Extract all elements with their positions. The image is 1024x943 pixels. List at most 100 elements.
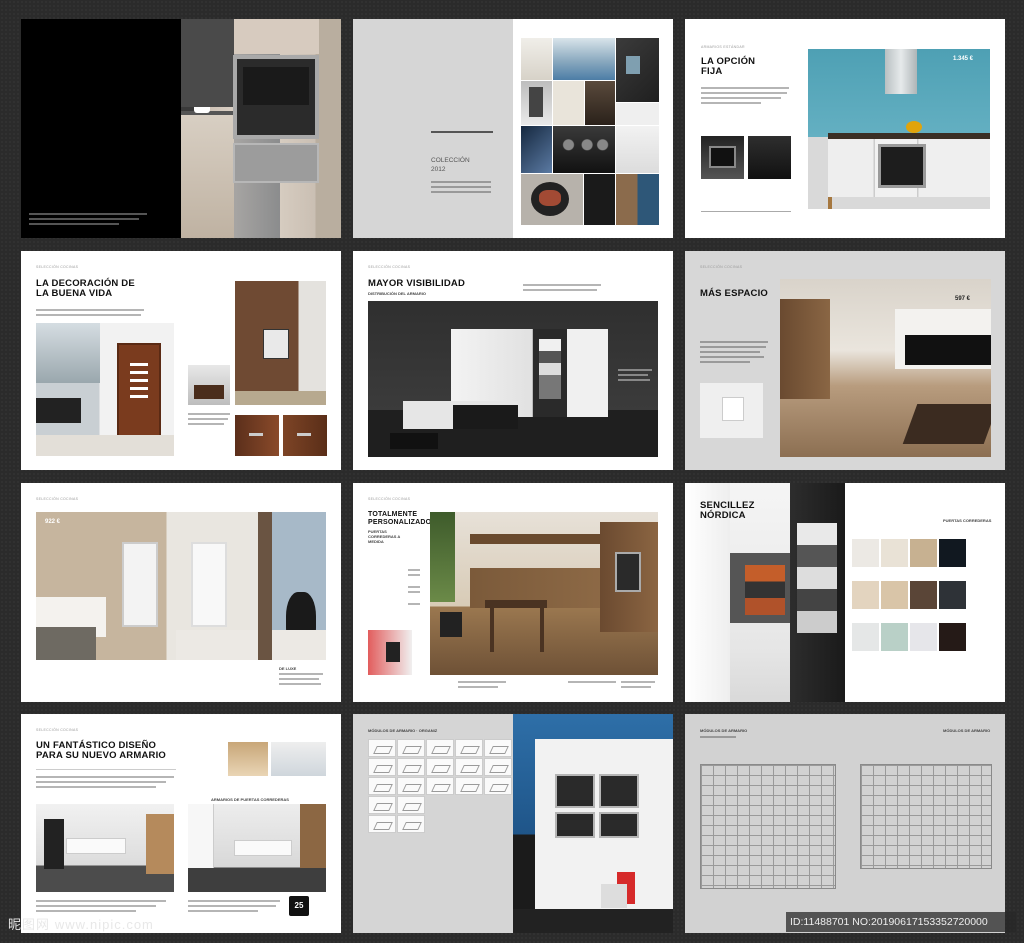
spread-title: LA OPCIÓN FIJA: [701, 56, 756, 77]
running-head: SELECCIÓN COCINAS: [700, 265, 743, 269]
table-header-text: [700, 736, 740, 741]
finish-swatch: [881, 623, 908, 651]
appliance-photo: [701, 136, 744, 179]
spread-9: SENCILLEZ NÓRDICA PUERTAS CORREDERAS: [685, 483, 1005, 702]
spread-title: MÁS ESPACIO: [700, 288, 769, 299]
door-handle-photo: [283, 415, 327, 456]
spread-6: SELECCIÓN COCINAS MÁS ESPACIO 597 €: [685, 251, 1005, 470]
kitchen-detail-photo: [368, 630, 412, 675]
spread-subtitle: DISTRIBUCIÓN DEL ARMARIO: [368, 291, 426, 296]
finish-swatch: [910, 623, 937, 651]
blue-kitchen-photo: [808, 49, 990, 209]
collage-photo: [521, 81, 552, 125]
module-drawing: [426, 777, 454, 795]
running-head: SELECCIÓN COCINAS: [368, 497, 411, 501]
white-kitchen-photo: [36, 804, 174, 892]
spread-10: SELECCIÓN COCINAS UN FANTÁSTICO DISEÑO P…: [21, 714, 341, 933]
walnut-kitchen-photo: [430, 512, 658, 675]
module-drawing: [368, 815, 396, 833]
section-label: MÓDULOS DE ARMARIO: [943, 728, 991, 733]
spread-subtitle: PUERTAS CORREDERAS A MEDIDA: [368, 529, 401, 544]
spread-title: SENCILLEZ NÓRDICA: [700, 500, 755, 521]
wardrobe-bedroom-photo: [368, 301, 658, 457]
spread-3: ARMARIOS ESTÁNDAR LA OPCIÓN FIJA 1.345 €: [685, 19, 1005, 238]
spread-11: MÓDULOS DE ARMARIO · ORGANIZ: [353, 714, 673, 933]
running-head: SELECCIÓN COCINAS: [36, 265, 79, 269]
site-watermark: 昵图网 www.nipic.com: [8, 914, 154, 933]
spread-title: LA DECORACIÓN DE LA BUENA VIDA: [36, 278, 135, 299]
module-drawing: [368, 796, 396, 814]
site-url: www.nipic.com: [54, 917, 154, 932]
finish-swatch: [852, 623, 879, 651]
price-tag: 922 €: [45, 519, 61, 525]
module-drawing: [368, 777, 396, 795]
bedroom-thumb-photo: [271, 742, 326, 776]
guarantee-badge: 25: [289, 896, 309, 916]
collage-photo: [584, 174, 615, 225]
caption-text: [188, 413, 232, 428]
module-drawing: [484, 777, 512, 795]
bedroom-thumb-photo: [228, 742, 268, 776]
module-drawing: [397, 758, 425, 776]
spread-1: [21, 19, 341, 238]
running-head: SELECCIÓN COCINAS: [36, 728, 79, 732]
running-head: ARMARIOS ESTÁNDAR: [701, 45, 745, 49]
module-drawing: [397, 739, 425, 757]
module-drawing: [368, 739, 396, 757]
spread-12: MÓDULOS DE ARMARIO MÓDULOS DE ARMARIO: [685, 714, 1005, 933]
module-drawing: [455, 777, 483, 795]
spread-title: TOTALMENTE PERSONALIZADO: [368, 511, 432, 526]
photo-caption: [618, 369, 654, 384]
product-specs: [279, 673, 325, 688]
spread-2: COLECCIÓN 2012: [353, 19, 673, 238]
bedroom-interior-photo: [36, 512, 326, 660]
open-space-photo: [780, 279, 991, 457]
collage-photo: [616, 38, 659, 102]
hallway-photo: [235, 281, 326, 405]
spread-5: SELECCIÓN COCINAS MAYOR VISIBILIDAD DIST…: [353, 251, 673, 470]
collage-photo: [616, 103, 659, 125]
body-text: [700, 341, 770, 366]
collection-title: COLECCIÓN 2012: [431, 157, 470, 173]
finish-swatch: [939, 581, 966, 609]
appliance-photo: [748, 136, 791, 179]
module-spec-table: [860, 764, 992, 869]
finish-swatch: [939, 539, 966, 567]
image-id-watermark: ID:11488701 NO:20190617153352720000: [786, 912, 1016, 932]
price-tag: 1.345 €: [953, 56, 974, 62]
module-drawing: [397, 777, 425, 795]
collection-index: [431, 181, 495, 196]
spread-8: SELECCIÓN COCINAS TOTALMENTE PERSONALIZA…: [353, 483, 673, 702]
spread-title: MAYOR VISIBILIDAD: [368, 278, 466, 289]
body-text: [701, 87, 791, 107]
shelf-photo: [700, 383, 763, 438]
spread-4: SELECCIÓN COCINAS LA DECORACIÓN DE LA BU…: [21, 251, 341, 470]
running-head: SELECCIÓN COCINAS: [368, 265, 411, 269]
section-label: MÓDULOS DE ARMARIO: [700, 728, 748, 733]
photo-caption: [568, 681, 618, 686]
collage-photo: [553, 126, 615, 173]
module-spec-table: [700, 764, 836, 889]
module-drawing: [484, 739, 512, 757]
module-drawing: [397, 815, 425, 833]
tall-oven-column-photo: [513, 714, 673, 933]
price-tag: 597 €: [955, 296, 971, 302]
section-label: MÓDULOS DE ARMARIO · ORGANIZ: [368, 728, 438, 733]
spread-7: SELECCIÓN COCINAS 922 € DE LUXE: [21, 483, 341, 702]
finish-swatch: [939, 623, 966, 651]
caption-text: [188, 900, 283, 915]
living-room-photo: [36, 323, 174, 456]
body-text: [36, 309, 146, 319]
module-drawing: [426, 758, 454, 776]
collage-photo: [616, 174, 659, 225]
intro-caption: [29, 213, 149, 228]
photo-caption: [458, 681, 508, 691]
swatch-section-label: PUERTAS CORREDERAS: [943, 518, 992, 523]
door-detail-photo: [188, 365, 230, 405]
photo-caption: [621, 681, 657, 691]
module-drawing: [397, 796, 425, 814]
option-list: [408, 569, 422, 608]
collage-photo: [521, 174, 583, 225]
collage-photo: [553, 38, 615, 80]
running-head: SELECCIÓN COCINAS: [36, 497, 79, 501]
